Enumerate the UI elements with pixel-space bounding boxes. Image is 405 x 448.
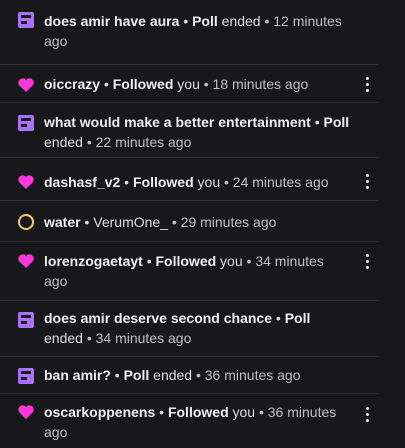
notification-text: dashasf_v2 • Followed you • 24 minutes a… — [44, 172, 344, 192]
username: oiccrazy — [44, 76, 101, 92]
more-options-icon[interactable] — [362, 172, 372, 190]
notification-text: what would make a better entertainment •… — [44, 112, 369, 152]
notification-text: water • VerumOne_ • 29 minutes ago — [44, 212, 344, 232]
notification-item-follow[interactable]: dashasf_v2 • Followed you • 24 minutes a… — [0, 158, 378, 201]
event-label: Followed — [132, 174, 194, 190]
separator: • — [142, 253, 156, 269]
separator: • — [155, 404, 168, 420]
event-rest: you — [173, 76, 200, 92]
separator: • — [183, 13, 193, 29]
notification-item-follow[interactable]: lorenzogaetayt • Followed you • 34 minut… — [0, 242, 378, 301]
poll-icon — [17, 311, 35, 329]
event-label: Followed — [167, 404, 229, 420]
username: VerumOne_ — [93, 214, 168, 230]
notification-item-poll[interactable]: ban amir? • Poll ended • 36 minutes ago — [0, 357, 378, 394]
event-rest: you — [193, 174, 221, 190]
event-rest: ended — [44, 330, 83, 346]
notification-item-poll[interactable]: does amir deserve second chance • Poll e… — [0, 301, 378, 357]
more-options-icon[interactable] — [362, 75, 372, 93]
event-label: Poll — [192, 13, 218, 29]
event-label: Poll — [284, 310, 311, 326]
separator: • — [80, 214, 94, 230]
event-rest: ended — [44, 134, 83, 150]
more-options-icon[interactable] — [362, 252, 372, 270]
event-label: Poll — [323, 114, 350, 130]
event-label: Poll — [123, 367, 150, 383]
poll-title: ban amir? — [44, 367, 111, 383]
separator: • — [120, 174, 133, 190]
heart-icon — [17, 173, 35, 191]
poll-icon — [17, 11, 35, 29]
poll-icon — [17, 367, 35, 385]
activity-feed: does amir have aura • Poll ended • 12 mi… — [0, 0, 378, 448]
event-label: Followed — [155, 253, 217, 269]
event-rest: you — [216, 253, 243, 269]
separator: • — [100, 76, 113, 92]
heart-icon — [17, 403, 35, 421]
notification-item-poll[interactable]: what would make a better entertainment •… — [0, 103, 378, 158]
poll-icon — [17, 114, 35, 132]
username: oscarkoppenens — [44, 404, 156, 420]
timestamp: • 34 minutes ago — [82, 330, 192, 346]
prediction-timer-icon — [17, 213, 35, 231]
timestamp: • 36 minutes ago — [192, 367, 301, 383]
prediction-title: water — [44, 214, 81, 230]
username: dashasf_v2 — [44, 174, 121, 190]
notification-item-prediction[interactable]: water • VerumOne_ • 29 minutes ago — [0, 201, 378, 242]
separator: • — [110, 367, 124, 383]
event-rest: ended — [217, 13, 261, 29]
event-rest: you — [228, 404, 256, 420]
username: lorenzogaetayt — [44, 253, 143, 269]
poll-title: does amir deserve second chance — [44, 310, 272, 326]
timestamp: • 29 minutes ago — [167, 214, 277, 230]
separator: • — [272, 310, 285, 326]
notification-item-follow[interactable]: oscarkoppenens • Followed you • 36 minut… — [0, 394, 378, 448]
timestamp: • 18 minutes ago — [199, 76, 309, 92]
notification-item-poll[interactable]: does amir have aura • Poll ended • 12 mi… — [0, 0, 378, 65]
notification-text: does amir deserve second chance • Poll e… — [44, 308, 349, 348]
event-rest: ended — [149, 367, 193, 383]
timestamp: • 24 minutes ago — [220, 174, 329, 190]
heart-icon — [17, 76, 35, 94]
separator: • — [310, 114, 324, 130]
notification-text: oiccrazy • Followed you • 18 minutes ago — [44, 74, 344, 94]
heart-icon — [17, 252, 35, 270]
notification-item-follow[interactable]: oiccrazy • Followed you • 18 minutes ago — [0, 65, 378, 103]
notification-text: lorenzogaetayt • Followed you • 34 minut… — [44, 251, 349, 291]
notification-text: oscarkoppenens • Followed you • 36 minut… — [44, 402, 354, 442]
poll-title: does amir have aura — [44, 13, 184, 29]
event-label: Followed — [112, 76, 174, 92]
timestamp: • 22 minutes ago — [82, 134, 192, 150]
more-options-icon[interactable] — [362, 405, 372, 423]
notification-text: ban amir? • Poll ended • 36 minutes ago — [44, 365, 344, 385]
notification-text: does amir have aura • Poll ended • 12 mi… — [44, 11, 344, 51]
poll-title: what would make a better entertainment — [44, 114, 311, 130]
